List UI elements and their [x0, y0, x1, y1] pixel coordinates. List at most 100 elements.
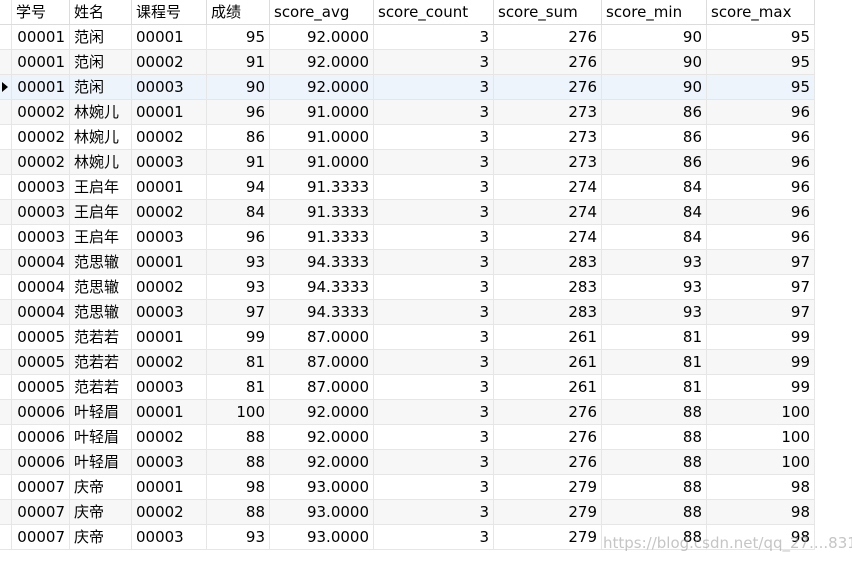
- cell-score-sum[interactable]: 274: [494, 175, 602, 199]
- cell-student-id[interactable]: 00003: [12, 175, 70, 199]
- cell-score-min[interactable]: 84: [602, 200, 707, 224]
- cell-name[interactable]: 范若若: [70, 325, 132, 349]
- cell-course-id[interactable]: 00003: [132, 300, 207, 324]
- cell-score[interactable]: 100: [207, 400, 270, 424]
- cell-student-id[interactable]: 00006: [12, 450, 70, 474]
- cell-score[interactable]: 86: [207, 125, 270, 149]
- cell-score-sum[interactable]: 283: [494, 250, 602, 274]
- cell-score-sum[interactable]: 276: [494, 425, 602, 449]
- cell-score-avg[interactable]: 92.0000: [270, 50, 374, 74]
- cell-score[interactable]: 91: [207, 50, 270, 74]
- cell-score-avg[interactable]: 93.0000: [270, 475, 374, 499]
- row-indicator[interactable]: [0, 450, 12, 474]
- cell-score-min[interactable]: 93: [602, 300, 707, 324]
- cell-course-id[interactable]: 00002: [132, 500, 207, 524]
- row-indicator[interactable]: [0, 50, 12, 74]
- cell-score-count[interactable]: 3: [374, 475, 494, 499]
- cell-score-count[interactable]: 3: [374, 325, 494, 349]
- cell-student-id[interactable]: 00005: [12, 325, 70, 349]
- cell-score-sum[interactable]: 276: [494, 400, 602, 424]
- cell-score-sum[interactable]: 273: [494, 125, 602, 149]
- cell-name[interactable]: 林婉儿: [70, 150, 132, 174]
- cell-score-avg[interactable]: 93.0000: [270, 525, 374, 549]
- row-indicator[interactable]: [0, 300, 12, 324]
- column-header-student-id[interactable]: 学号: [12, 0, 70, 24]
- cell-score-sum[interactable]: 274: [494, 200, 602, 224]
- cell-name[interactable]: 王启年: [70, 175, 132, 199]
- row-indicator[interactable]: [0, 275, 12, 299]
- column-header-score-min[interactable]: score_min: [602, 0, 707, 24]
- cell-score-max[interactable]: 100: [707, 400, 815, 424]
- cell-score-min[interactable]: 86: [602, 125, 707, 149]
- cell-score-sum[interactable]: 276: [494, 25, 602, 49]
- cell-score-sum[interactable]: 276: [494, 450, 602, 474]
- cell-score-count[interactable]: 3: [374, 450, 494, 474]
- table-row[interactable]: 00003 王启年 00002 84 91.3333 3 274 84 96: [0, 200, 815, 225]
- cell-course-id[interactable]: 00003: [132, 150, 207, 174]
- cell-student-id[interactable]: 00001: [12, 25, 70, 49]
- cell-score-min[interactable]: 88: [602, 525, 707, 549]
- cell-score-sum[interactable]: 279: [494, 475, 602, 499]
- cell-score-max[interactable]: 99: [707, 375, 815, 399]
- cell-course-id[interactable]: 00001: [132, 100, 207, 124]
- cell-score-max[interactable]: 96: [707, 200, 815, 224]
- cell-score-sum[interactable]: 273: [494, 150, 602, 174]
- table-row[interactable]: 00007 庆帝 00001 98 93.0000 3 279 88 98: [0, 475, 815, 500]
- cell-score-sum[interactable]: 283: [494, 300, 602, 324]
- cell-score-max[interactable]: 97: [707, 275, 815, 299]
- cell-score-avg[interactable]: 91.0000: [270, 125, 374, 149]
- cell-score-count[interactable]: 3: [374, 200, 494, 224]
- cell-score-count[interactable]: 3: [374, 75, 494, 99]
- cell-score-max[interactable]: 96: [707, 175, 815, 199]
- cell-score-count[interactable]: 3: [374, 125, 494, 149]
- cell-score-min[interactable]: 84: [602, 175, 707, 199]
- cell-score[interactable]: 93: [207, 250, 270, 274]
- cell-course-id[interactable]: 00002: [132, 275, 207, 299]
- cell-course-id[interactable]: 00001: [132, 175, 207, 199]
- row-indicator[interactable]: [0, 150, 12, 174]
- table-row[interactable]: 00003 王启年 00003 96 91.3333 3 274 84 96: [0, 225, 815, 250]
- cell-score[interactable]: 88: [207, 450, 270, 474]
- cell-score-sum[interactable]: 279: [494, 500, 602, 524]
- cell-score-avg[interactable]: 91.0000: [270, 150, 374, 174]
- cell-course-id[interactable]: 00003: [132, 225, 207, 249]
- cell-score-min[interactable]: 81: [602, 325, 707, 349]
- cell-score-min[interactable]: 86: [602, 150, 707, 174]
- cell-score-min[interactable]: 86: [602, 100, 707, 124]
- cell-student-id[interactable]: 00003: [12, 200, 70, 224]
- cell-score-sum[interactable]: 276: [494, 50, 602, 74]
- cell-score-max[interactable]: 96: [707, 100, 815, 124]
- cell-score[interactable]: 91: [207, 150, 270, 174]
- cell-score-count[interactable]: 3: [374, 275, 494, 299]
- table-row[interactable]: 00003 王启年 00001 94 91.3333 3 274 84 96: [0, 175, 815, 200]
- cell-student-id[interactable]: 00006: [12, 400, 70, 424]
- cell-score[interactable]: 99: [207, 325, 270, 349]
- row-indicator[interactable]: [0, 475, 12, 499]
- cell-course-id[interactable]: 00002: [132, 50, 207, 74]
- row-indicator[interactable]: [0, 525, 12, 549]
- cell-name[interactable]: 范思辙: [70, 300, 132, 324]
- cell-name[interactable]: 范思辙: [70, 275, 132, 299]
- cell-score-min[interactable]: 81: [602, 350, 707, 374]
- cell-score-avg[interactable]: 92.0000: [270, 25, 374, 49]
- row-indicator[interactable]: [0, 250, 12, 274]
- cell-score-min[interactable]: 90: [602, 75, 707, 99]
- cell-score-min[interactable]: 93: [602, 275, 707, 299]
- cell-score-sum[interactable]: 261: [494, 350, 602, 374]
- cell-name[interactable]: 庆帝: [70, 475, 132, 499]
- cell-score-max[interactable]: 99: [707, 350, 815, 374]
- cell-score-sum[interactable]: 274: [494, 225, 602, 249]
- row-indicator[interactable]: [0, 425, 12, 449]
- cell-score-avg[interactable]: 87.0000: [270, 375, 374, 399]
- cell-score-avg[interactable]: 92.0000: [270, 425, 374, 449]
- row-indicator[interactable]: [0, 400, 12, 424]
- row-indicator[interactable]: [0, 25, 12, 49]
- cell-score[interactable]: 98: [207, 475, 270, 499]
- cell-student-id[interactable]: 00002: [12, 125, 70, 149]
- row-indicator[interactable]: [0, 500, 12, 524]
- cell-score-sum[interactable]: 283: [494, 275, 602, 299]
- table-row[interactable]: 00002 林婉儿 00001 96 91.0000 3 273 86 96: [0, 100, 815, 125]
- table-row[interactable]: 00006 叶轻眉 00003 88 92.0000 3 276 88 100: [0, 450, 815, 475]
- cell-score[interactable]: 93: [207, 525, 270, 549]
- cell-score-count[interactable]: 3: [374, 375, 494, 399]
